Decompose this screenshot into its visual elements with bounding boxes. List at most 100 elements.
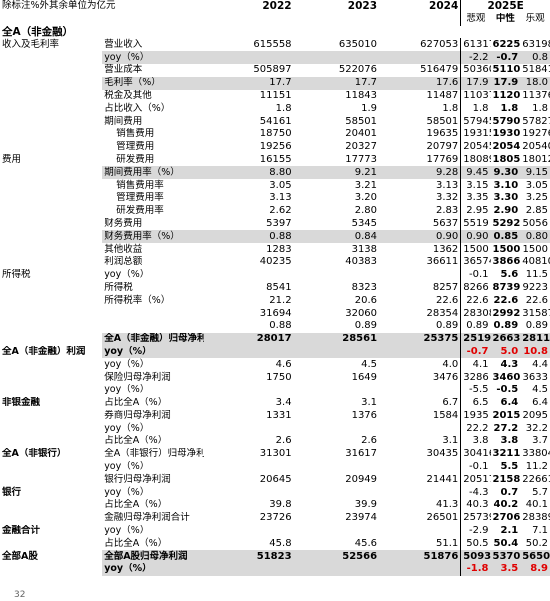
cell-value: 3.05 (269, 179, 292, 191)
cell-value: 50.4 (493, 537, 519, 549)
table-row: 研发费用率 2.62 2.80 2.83 2.95 2.90 2.85 (0, 204, 550, 218)
cell-value: 4.6 (275, 358, 292, 370)
table-row: 31694 32060 28354283082992931587 (0, 307, 550, 320)
cell-value: 516479 (420, 64, 459, 76)
cell-value: 21441 (426, 473, 459, 485)
cell-value: 20797 (426, 141, 459, 153)
cell-value: 40810 (522, 256, 550, 268)
category-label (0, 51, 103, 64)
cell-value: 5.7 (532, 486, 548, 498)
cell-value: 27.2 (493, 422, 519, 434)
category-label (0, 90, 102, 103)
cell-value: 8323 (351, 281, 378, 293)
cell-value: 20.6 (354, 294, 378, 306)
row-label: 管理费用 (116, 141, 155, 153)
cell-value: 26501 (426, 512, 459, 524)
cell-value: 30435 (426, 448, 459, 460)
cell-value: 8541 (266, 281, 292, 293)
cell-value: 0.90 (460, 230, 491, 244)
cell-value: -0.7 (460, 345, 491, 359)
cell-value: 8739 (492, 281, 521, 293)
cell-value: 58501 (426, 115, 459, 127)
table-row: 全A（非金融）利润 yoy（%） -0.7 5.0 10.8 (0, 345, 550, 359)
cell-value: 1750 (266, 371, 292, 383)
cell-value: -2.2 (460, 51, 491, 64)
cell-value: 5397 (266, 217, 292, 229)
table-row: yoy（%） 22.2 27.2 32.2 (0, 422, 550, 436)
cell-value: 22.2 (460, 422, 491, 436)
cell-value: 6.5 (460, 396, 491, 410)
cell-value: 6.4 (532, 397, 548, 409)
cell-value: 4.1 (460, 358, 491, 372)
cell-value: 3476 (432, 371, 459, 383)
cell-value: 1.8 (460, 102, 491, 116)
cell-value: -0.7 (490, 51, 521, 64)
cell-value: 18750 (259, 128, 292, 140)
cell-value: 6.4 (500, 397, 519, 409)
cell-value: 10.8 (520, 345, 550, 359)
category-label: 全A（非金融） (2, 25, 74, 38)
cell-value: 28308 (460, 307, 491, 320)
cell-value: 1500 (492, 243, 521, 255)
cell-value: 23974 (345, 512, 378, 524)
cell-value: 5345 (351, 217, 378, 229)
row-label: 利润总额 (104, 256, 143, 268)
cell-value: 50.2 (525, 537, 548, 549)
category-label (0, 563, 103, 576)
cell-value: 2015 (492, 409, 521, 421)
cell-value: 22.6 (525, 294, 548, 306)
table-row: 全部A股全部A股归母净利润518235256651876509335370156… (0, 550, 550, 564)
table-row: 所得税 8541 8323 8257 8266 8739 9223 (0, 281, 550, 295)
table-row: 销售费用率 3.05 3.21 3.13 3.15 3.10 3.05 (0, 179, 550, 192)
cell-value: 31301 (259, 448, 292, 460)
cell-value: 3.1 (361, 397, 378, 409)
table-row: 占比全A（%） 2.6 2.6 3.1 3.8 3.8 3.7 (0, 435, 550, 448)
cell-value: 19256 (259, 141, 292, 153)
category-label (0, 230, 103, 244)
cell-value: 22.6 (436, 294, 459, 306)
cell-value: 40383 (345, 256, 378, 268)
category-label (0, 128, 102, 141)
cell-value: 17.6 (379, 76, 461, 90)
cell-value: 2.83 (436, 205, 459, 217)
category-label (0, 332, 103, 346)
cell-value: 8.80 (204, 166, 294, 180)
table-row: 全A（非银行）全A（非银行）归母净利润313013161730435304163… (0, 447, 550, 461)
cell-value: 38668 (492, 256, 521, 268)
cell-value (293, 563, 380, 576)
row-label: 全A（非银行）归母净利润 (104, 448, 205, 460)
cell-value: 9.15 (520, 166, 550, 180)
cell-value: 18.0 (520, 76, 550, 90)
cell-value: 3.13 (269, 192, 292, 204)
table-row: 银行 yoy（%） -4.3 0.7 5.7 (0, 486, 550, 500)
cell-value: -4.3 (460, 486, 491, 500)
category-label: 全部A股 (0, 550, 103, 564)
category-label: 所得税 (2, 269, 31, 281)
cell-value: 32.2 (525, 422, 548, 434)
cell-value: 3.10 (493, 179, 519, 191)
category-label (0, 64, 102, 77)
cell-value: 11037 (460, 89, 491, 103)
category-label (0, 461, 102, 474)
cell-value: 3.4 (275, 397, 292, 409)
row-label: 券商归母净利润 (104, 409, 171, 421)
cell-value: 20517 (460, 473, 491, 487)
cell-value: 8266 (460, 281, 491, 295)
cell-value: 17769 (426, 153, 459, 165)
cell-value: 32060 (345, 307, 378, 319)
cell-value: 3.21 (354, 179, 378, 191)
category-label (0, 179, 102, 192)
category-label (0, 422, 102, 435)
row-label: yoy（%） (102, 51, 205, 64)
table-row: 金融归母净利润合计 23726 23974 26501257392706428389 (0, 511, 550, 525)
cell-value: 627053 (420, 38, 459, 50)
cell-value: 17.9 (490, 76, 521, 90)
row-label: yoy（%） (102, 563, 205, 576)
row-label (102, 307, 204, 320)
cell-value: 0.80 (520, 230, 550, 244)
table-row: 非银金融 占比全A（%） 3.4 3.1 6.7 6.5 6.4 6.4 (0, 396, 550, 410)
category-label (0, 435, 102, 448)
cell-value: -1.8 (460, 563, 491, 576)
cell-value (294, 384, 379, 397)
cell-value: 20327 (345, 141, 378, 153)
